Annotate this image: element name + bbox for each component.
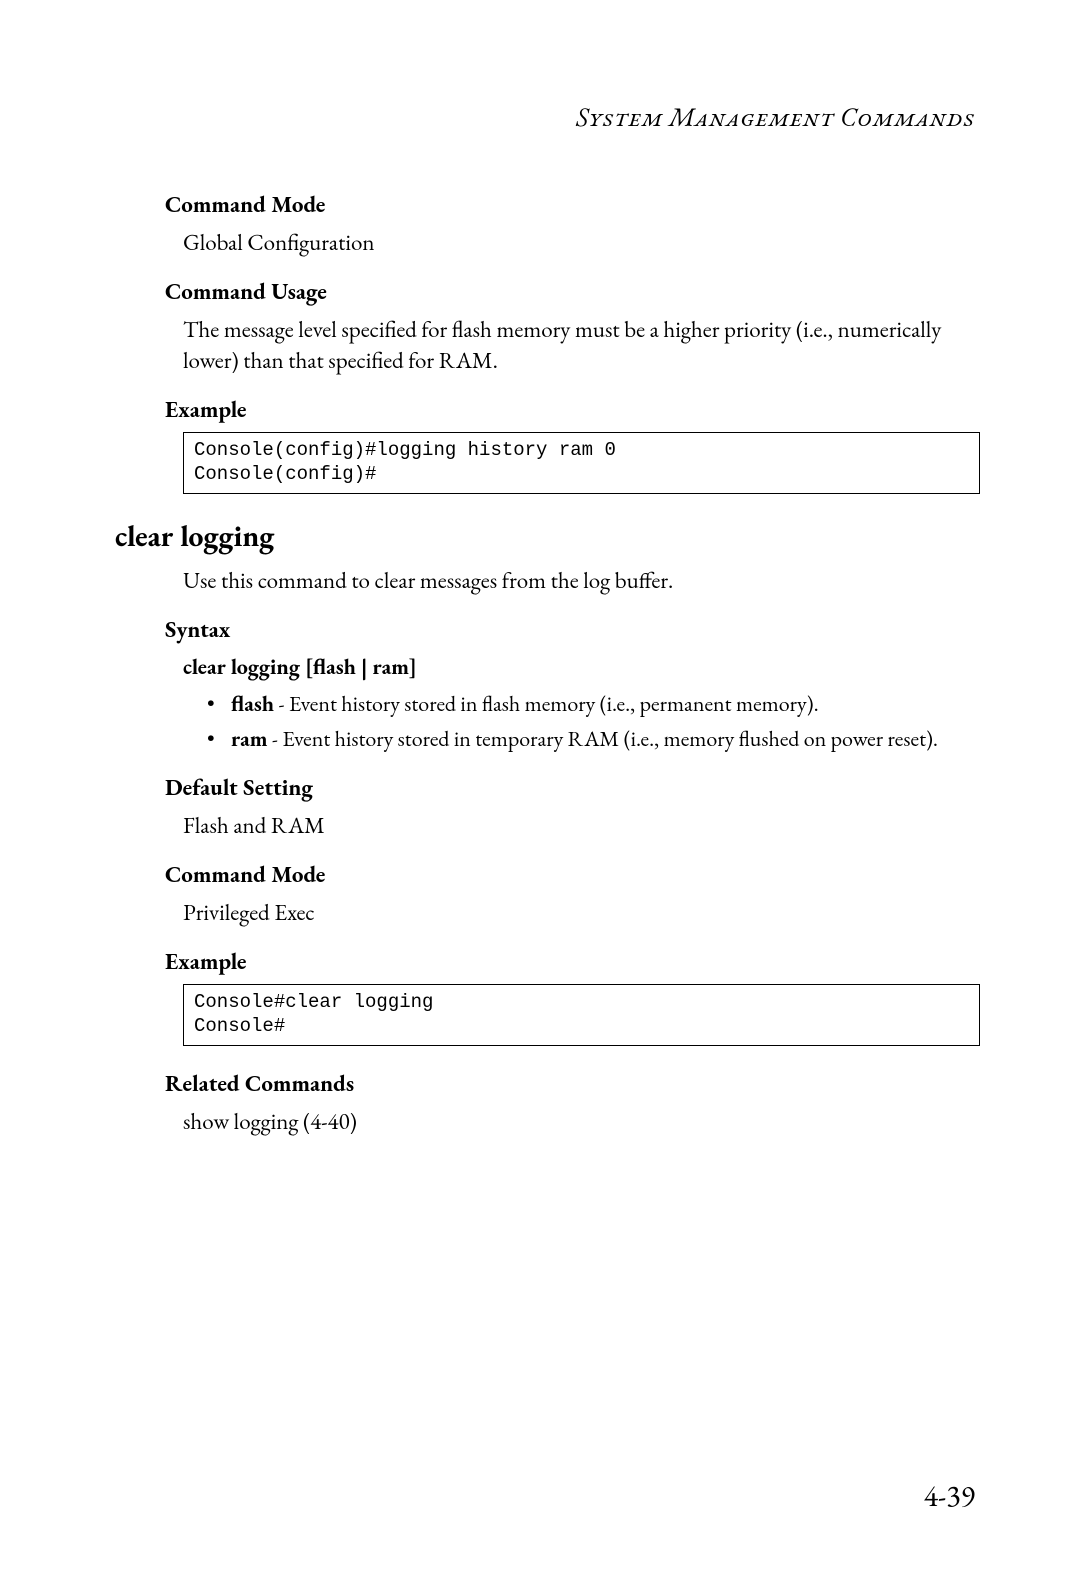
param-flash-name: flash	[231, 689, 274, 718]
command-mode-body-1: Global Configuration	[183, 227, 980, 258]
param-flash-desc: - Event history stored in flash memory (…	[274, 689, 819, 718]
example-heading-1: Example	[165, 394, 980, 424]
parameter-list: flash - Event history stored in flash me…	[207, 689, 980, 754]
example-code-1: Console(config)#logging history ram 0 Co…	[183, 432, 980, 494]
command-usage-body: The message level specified for flash me…	[183, 314, 980, 376]
param-ram-name: ram	[231, 724, 268, 753]
default-setting-body: Flash and RAM	[183, 810, 980, 841]
param-flash: flash - Event history stored in flash me…	[207, 689, 980, 719]
clear-logging-title: clear logging	[115, 516, 980, 555]
related-commands-body: show logging (4-40)	[183, 1106, 980, 1137]
running-header-text: System Management Commands	[576, 100, 975, 134]
command-mode-heading-1: Command Mode	[165, 189, 980, 219]
related-commands-heading: Related Commands	[165, 1068, 980, 1098]
running-header: System Management Commands	[115, 100, 975, 134]
syntax-line: clear logging [flash | ram]	[183, 652, 980, 681]
command-mode-body-2: Privileged Exec	[183, 897, 980, 928]
syntax-heading: Syntax	[165, 614, 980, 644]
clear-logging-intro: Use this command to clear messages from …	[183, 565, 980, 596]
page-number: 4-39	[924, 1476, 975, 1515]
page: System Management Commands Command Mode …	[0, 0, 1080, 1570]
param-ram-desc: - Event history stored in temporary RAM …	[268, 724, 938, 753]
command-mode-heading-2: Command Mode	[165, 859, 980, 889]
command-usage-heading: Command Usage	[165, 276, 980, 306]
page-content: Command Mode Global Configuration Comman…	[165, 189, 980, 1137]
example-heading-2: Example	[165, 946, 980, 976]
default-setting-heading: Default Setting	[165, 772, 980, 802]
example-code-2: Console#clear logging Console#	[183, 984, 980, 1046]
param-ram: ram - Event history stored in temporary …	[207, 724, 980, 754]
